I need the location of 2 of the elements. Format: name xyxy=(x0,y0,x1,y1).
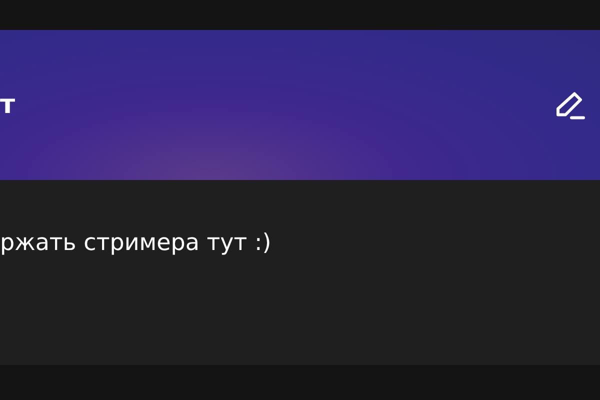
panel-description: ржать стримера тут :) xyxy=(0,232,272,255)
panel-title: т xyxy=(0,92,16,118)
